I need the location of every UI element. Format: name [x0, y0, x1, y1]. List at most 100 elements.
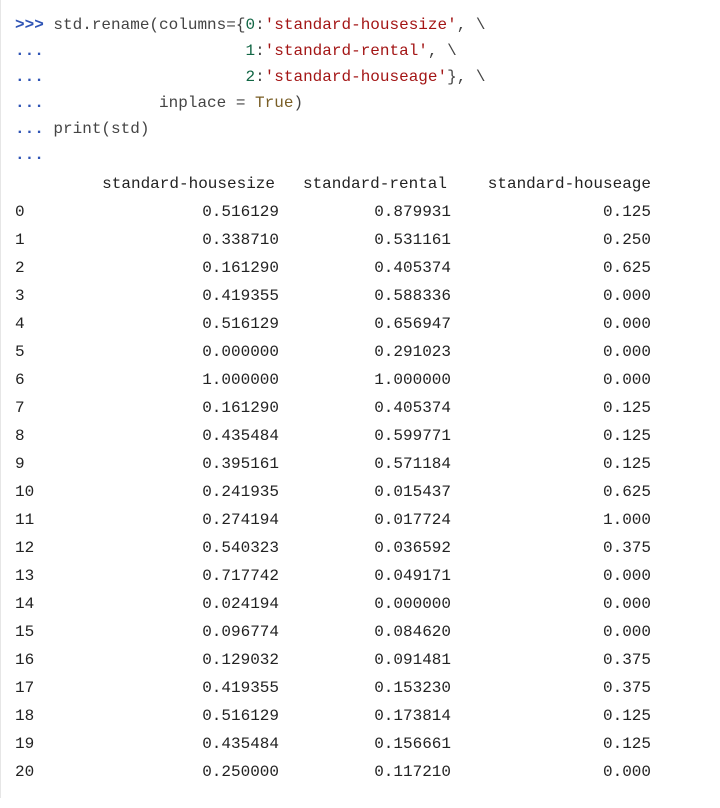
row-index: 9: [15, 450, 75, 478]
cell-housesize: 0.161290: [75, 394, 279, 422]
cell-housesize: 0.516129: [75, 310, 279, 338]
cell-housesize: 0.000000: [75, 338, 279, 366]
cell-rental: 0.117210: [279, 758, 451, 786]
cell-rental: 0.173814: [279, 702, 451, 730]
table-row: 80.4354840.5997710.125: [15, 422, 651, 450]
prompt-primary: >>>: [15, 16, 44, 34]
cell-rental: 0.656947: [279, 310, 451, 338]
row-index: 16: [15, 646, 75, 674]
table-row: 70.1612900.4053740.125: [15, 394, 651, 422]
header-col-1: standard-housesize: [75, 170, 279, 198]
table-row: 40.5161290.6569470.000: [15, 310, 651, 338]
cell-rental: 0.571184: [279, 450, 451, 478]
header-index: [15, 170, 75, 198]
cell-houseage: 0.125: [451, 450, 651, 478]
table-row: 160.1290320.0914810.375: [15, 646, 651, 674]
table-row: 180.5161290.1738140.125: [15, 702, 651, 730]
row-index: 15: [15, 618, 75, 646]
cell-houseage: 0.625: [451, 254, 651, 282]
cell-houseage: 0.000: [451, 562, 651, 590]
cell-rental: 0.405374: [279, 394, 451, 422]
cell-houseage: 0.375: [451, 534, 651, 562]
cell-rental: 0.531161: [279, 226, 451, 254]
table-row: 20.1612900.4053740.625: [15, 254, 651, 282]
table-row: 200.2500000.1172100.000: [15, 758, 651, 786]
cell-housesize: 0.717742: [75, 562, 279, 590]
row-index: 20: [15, 758, 75, 786]
row-index: 2: [15, 254, 75, 282]
cell-houseage: 0.375: [451, 674, 651, 702]
cell-housesize: 1.000000: [75, 366, 279, 394]
table-row: 10.3387100.5311610.250: [15, 226, 651, 254]
table-row: 110.2741940.0177241.000: [15, 506, 651, 534]
cell-houseage: 0.000: [451, 282, 651, 310]
cell-rental: 0.049171: [279, 562, 451, 590]
cell-rental: 0.017724: [279, 506, 451, 534]
cell-houseage: 0.000: [451, 590, 651, 618]
table-row: 30.4193550.5883360.000: [15, 282, 651, 310]
cell-housesize: 0.435484: [75, 730, 279, 758]
dataframe-output: standard-housesize standard-rental stand…: [15, 170, 651, 786]
table-row: 61.0000001.0000000.000: [15, 366, 651, 394]
header-row: standard-housesize standard-rental stand…: [15, 170, 651, 198]
row-index: 11: [15, 506, 75, 534]
table-row: 50.0000000.2910230.000: [15, 338, 651, 366]
row-index: 10: [15, 478, 75, 506]
cell-rental: 1.000000: [279, 366, 451, 394]
prompt-continuation: ...: [15, 42, 44, 60]
cell-housesize: 0.419355: [75, 674, 279, 702]
table-row: 130.7177420.0491710.000: [15, 562, 651, 590]
code-line-4: ... inplace = True): [15, 90, 706, 116]
cell-housesize: 0.250000: [75, 758, 279, 786]
header-col-3: standard-houseage: [451, 170, 651, 198]
cell-rental: 0.879931: [279, 198, 451, 226]
row-index: 19: [15, 730, 75, 758]
cell-houseage: 0.125: [451, 394, 651, 422]
cell-rental: 0.015437: [279, 478, 451, 506]
cell-housesize: 0.024194: [75, 590, 279, 618]
cell-rental: 0.036592: [279, 534, 451, 562]
cell-rental: 0.156661: [279, 730, 451, 758]
row-index: 12: [15, 534, 75, 562]
cell-houseage: 0.125: [451, 422, 651, 450]
table-row: 150.0967740.0846200.000: [15, 618, 651, 646]
code-output-block: >>> std.rename(columns={0:'standard-hous…: [0, 0, 720, 798]
cell-houseage: 0.125: [451, 702, 651, 730]
cell-houseage: 0.000: [451, 310, 651, 338]
cell-housesize: 0.435484: [75, 422, 279, 450]
row-index: 5: [15, 338, 75, 366]
cell-rental: 0.599771: [279, 422, 451, 450]
cell-housesize: 0.129032: [75, 646, 279, 674]
cell-houseage: 0.125: [451, 730, 651, 758]
cell-housesize: 0.338710: [75, 226, 279, 254]
code-line-5: ... print(std): [15, 116, 706, 142]
prompt-continuation: ...: [15, 120, 44, 138]
cell-housesize: 0.516129: [75, 702, 279, 730]
cell-housesize: 0.419355: [75, 282, 279, 310]
cell-rental: 0.091481: [279, 646, 451, 674]
cell-rental: 0.000000: [279, 590, 451, 618]
cell-houseage: 0.125: [451, 198, 651, 226]
row-index: 7: [15, 394, 75, 422]
cell-houseage: 0.625: [451, 478, 651, 506]
table-row: 140.0241940.0000000.000: [15, 590, 651, 618]
cell-rental: 0.588336: [279, 282, 451, 310]
row-index: 0: [15, 198, 75, 226]
cell-houseage: 0.000: [451, 338, 651, 366]
cell-rental: 0.405374: [279, 254, 451, 282]
code-line-3: ... 2:'standard-houseage'}, \: [15, 64, 706, 90]
cell-houseage: 0.000: [451, 618, 651, 646]
cell-houseage: 0.375: [451, 646, 651, 674]
row-index: 13: [15, 562, 75, 590]
cell-housesize: 0.540323: [75, 534, 279, 562]
cell-housesize: 0.161290: [75, 254, 279, 282]
code-line-1: >>> std.rename(columns={0:'standard-hous…: [15, 12, 706, 38]
row-index: 3: [15, 282, 75, 310]
cell-rental: 0.291023: [279, 338, 451, 366]
row-index: 4: [15, 310, 75, 338]
cell-housesize: 0.096774: [75, 618, 279, 646]
cell-rental: 0.084620: [279, 618, 451, 646]
row-index: 1: [15, 226, 75, 254]
header-col-2: standard-rental: [279, 170, 451, 198]
cell-houseage: 0.000: [451, 758, 651, 786]
